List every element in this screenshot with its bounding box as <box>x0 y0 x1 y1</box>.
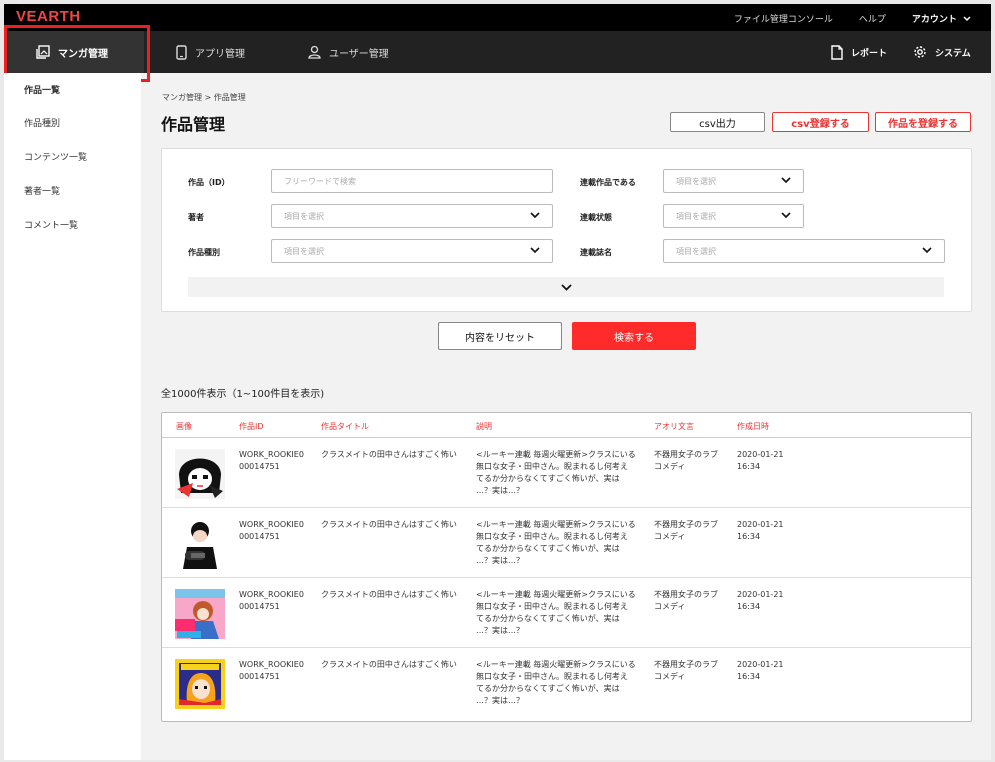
document-icon <box>831 44 843 60</box>
chevron-down-icon <box>922 247 932 254</box>
tab-user-label: ユーザー管理 <box>329 48 389 60</box>
help-link[interactable]: ヘルプ <box>859 12 886 25</box>
row-description: <ルーキー連載 毎週火曜更新>クラスにいる 無口な女子・田中さん。睨まれるし何考… <box>476 590 636 635</box>
chevron-down-icon <box>530 212 540 219</box>
csv-export-button[interactable]: csv出力 <box>670 112 765 132</box>
chevron-down-icon <box>560 283 572 291</box>
sidebar-item-contents[interactable]: コンテンツ一覧 <box>4 141 141 175</box>
manga-thumbnail <box>175 449 225 499</box>
sidebar: 作品一覧 作品種別 コンテンツ一覧 著者一覧 コメント一覧 <box>4 73 141 760</box>
account-menu[interactable]: アカウント <box>912 12 971 25</box>
top-links: ファイル管理コンソール ヘルプ アカウント <box>734 12 971 25</box>
row-id: WORK_ROOKIE0 00014751 <box>239 590 304 611</box>
table-row[interactable]: WORK_ROOKIE0 00014751 クラスメイトの田中さんはすごく怖い … <box>162 578 971 648</box>
row-id: WORK_ROOKIE0 00014751 <box>239 520 304 541</box>
tab-app-label: アプリ管理 <box>195 48 245 60</box>
status-select[interactable]: 項目を選択 <box>663 204 804 228</box>
breadcrumb: マンガ管理 > 作品管理 <box>162 93 246 102</box>
row-aori: 不器用女子のラブ コメディ <box>654 520 718 541</box>
serial-label: 連載作品である <box>580 178 636 187</box>
account-label: アカウント <box>911 15 957 25</box>
top-bar: VEARTH ファイル管理コンソール ヘルプ アカウント <box>4 4 991 31</box>
row-id: WORK_ROOKIE0 00014751 <box>239 660 304 681</box>
row-title: クラスメイトの田中さんはすごく怖い <box>321 660 457 669</box>
system-label: システム <box>935 48 971 59</box>
user-icon <box>308 45 321 59</box>
row-title: クラスメイトの田中さんはすごく怖い <box>321 450 457 459</box>
row-aori: 不器用女子のラブ コメディ <box>654 450 718 471</box>
report-label: レポート <box>851 48 888 59</box>
row-aori: 不器用女子のラブ コメディ <box>654 660 718 681</box>
type-placeholder: 項目を選択 <box>284 246 324 256</box>
chevron-down-icon <box>781 177 791 184</box>
col-aori[interactable]: アオリ文言 <box>654 421 694 432</box>
main-content: マンガ管理 > 作品管理 作品管理 csv出力 csv登録する 作品を登録する … <box>141 73 991 760</box>
sidebar-item-works[interactable]: 作品一覧 <box>4 73 141 107</box>
serial-placeholder: 項目を選択 <box>676 176 716 186</box>
table-row[interactable]: WORK_ROOKIE0 00014751 クラスメイトの田中さんはすごく怖い … <box>162 508 971 578</box>
filter-panel: 作品（ID） フリーワードで検索 著者 項目を選択 作品種別 項目を選択 連載作… <box>161 148 972 312</box>
chevron-down-icon <box>530 247 540 254</box>
chevron-down-icon <box>963 16 971 22</box>
author-select[interactable]: 項目を選択 <box>271 204 553 228</box>
expand-filters-toggle[interactable] <box>188 277 944 297</box>
col-title[interactable]: 作品タイトル <box>321 421 369 432</box>
tab-app[interactable]: アプリ管理 <box>176 31 245 73</box>
table-header: 画像 作品ID 作品タイトル 説明 アオリ文言 作成日時 <box>162 413 971 438</box>
work-search-input[interactable]: フリーワードで検索 <box>271 169 553 193</box>
register-work-button[interactable]: 作品を登録する <box>875 112 971 132</box>
row-created: 2020-01-21 16:34 <box>737 450 784 471</box>
col-image[interactable]: 画像 <box>176 421 192 432</box>
system-link[interactable]: システム <box>913 31 971 73</box>
row-description: <ルーキー連載 毎週火曜更新>クラスにいる 無口な女子・田中さん。睨まれるし何考… <box>476 660 636 705</box>
tab-user[interactable]: ユーザー管理 <box>308 31 389 73</box>
row-title: クラスメイトの田中さんはすごく怖い <box>321 590 457 599</box>
result-count: 全1000件表示（1~100件目を表示) <box>161 389 325 400</box>
smartphone-icon <box>176 44 187 60</box>
file-console-link[interactable]: ファイル管理コンソール <box>734 12 833 25</box>
search-button[interactable]: 検索する <box>572 322 696 350</box>
author-label: 著者 <box>188 213 204 222</box>
row-aori: 不器用女子のラブ コメディ <box>654 590 718 611</box>
manga-thumbnail <box>175 589 225 639</box>
main-nav: マンガ管理 アプリ管理 ユーザー管理 レポート システム <box>4 31 991 73</box>
col-id[interactable]: 作品ID <box>239 421 264 432</box>
manga-thumbnail <box>175 519 225 569</box>
row-title: クラスメイトの田中さんはすごく怖い <box>321 520 457 529</box>
gear-icon <box>914 46 926 58</box>
sidebar-item-authors[interactable]: 著者一覧 <box>4 175 141 209</box>
magazine-label: 連載誌名 <box>580 248 612 257</box>
manga-thumbnail <box>175 659 225 709</box>
magazine-select[interactable]: 項目を選択 <box>663 239 945 263</box>
table-row[interactable]: WORK_ROOKIE0 00014751 クラスメイトの田中さんはすごく怖い … <box>162 648 971 718</box>
app-window: VEARTH ファイル管理コンソール ヘルプ アカウント マンガ管理 アプリ管理… <box>4 4 991 760</box>
works-table: 画像 作品ID 作品タイトル 説明 アオリ文言 作成日時 WORK_ROOKIE… <box>161 412 972 722</box>
sidebar-item-comments[interactable]: コメント一覧 <box>4 209 141 243</box>
row-created: 2020-01-21 16:34 <box>737 660 784 681</box>
csv-register-button[interactable]: csv登録する <box>772 112 869 132</box>
status-placeholder: 項目を選択 <box>676 211 716 221</box>
row-created: 2020-01-21 16:34 <box>737 520 784 541</box>
author-placeholder: 項目を選択 <box>284 211 324 221</box>
row-description: <ルーキー連載 毎週火曜更新>クラスにいる 無口な女子・田中さん。睨まれるし何考… <box>476 450 636 495</box>
chevron-down-icon <box>781 212 791 219</box>
reset-button[interactable]: 内容をリセット <box>438 322 562 350</box>
page-title: 作品管理 <box>161 115 226 134</box>
row-id: WORK_ROOKIE0 00014751 <box>239 450 304 471</box>
work-search-placeholder: フリーワードで検索 <box>284 176 356 186</box>
type-label: 作品種別 <box>188 248 220 257</box>
row-created: 2020-01-21 16:34 <box>737 590 784 611</box>
logo: VEARTH <box>16 8 81 25</box>
row-description: <ルーキー連載 毎週火曜更新>クラスにいる 無口な女子・田中さん。睨まれるし何考… <box>476 520 636 565</box>
serial-select[interactable]: 項目を選択 <box>663 169 804 193</box>
col-description[interactable]: 説明 <box>476 421 492 432</box>
col-created[interactable]: 作成日時 <box>737 421 769 432</box>
type-select[interactable]: 項目を選択 <box>271 239 553 263</box>
status-label: 連載状態 <box>580 213 612 222</box>
magazine-placeholder: 項目を選択 <box>676 246 716 256</box>
report-link[interactable]: レポート <box>831 31 887 73</box>
work-id-label: 作品（ID） <box>188 178 230 187</box>
table-row[interactable]: WORK_ROOKIE0 00014751 クラスメイトの田中さんはすごく怖い … <box>162 438 971 508</box>
sidebar-item-types[interactable]: 作品種別 <box>4 107 141 141</box>
